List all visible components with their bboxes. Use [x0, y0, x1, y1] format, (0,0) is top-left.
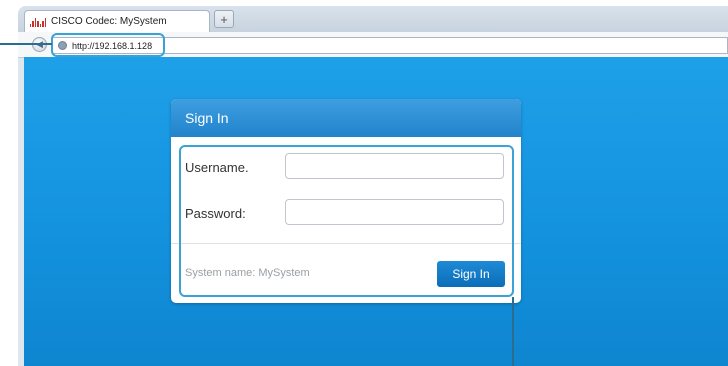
username-label: Username.	[185, 160, 249, 175]
sign-in-panel: Sign In Username. Password: System name:…	[171, 99, 521, 303]
password-field[interactable]	[285, 199, 504, 225]
sign-in-button[interactable]: Sign In	[437, 261, 505, 287]
browser-tab[interactable]: CISCO Codec: MySystem	[24, 10, 210, 32]
password-label: Password:	[185, 206, 246, 221]
panel-divider	[171, 243, 521, 244]
address-bar-callout	[51, 33, 165, 57]
cisco-logo-icon	[30, 17, 46, 27]
tab-title: CISCO Codec: MySystem	[51, 16, 167, 27]
new-tab-button[interactable]: +	[214, 10, 234, 28]
panel-title: Sign In	[171, 99, 521, 137]
callout-leader-line	[0, 43, 52, 45]
username-field[interactable]	[285, 153, 504, 179]
callout-leader-line	[512, 297, 514, 366]
system-name-text: System name: MySystem	[185, 267, 310, 279]
